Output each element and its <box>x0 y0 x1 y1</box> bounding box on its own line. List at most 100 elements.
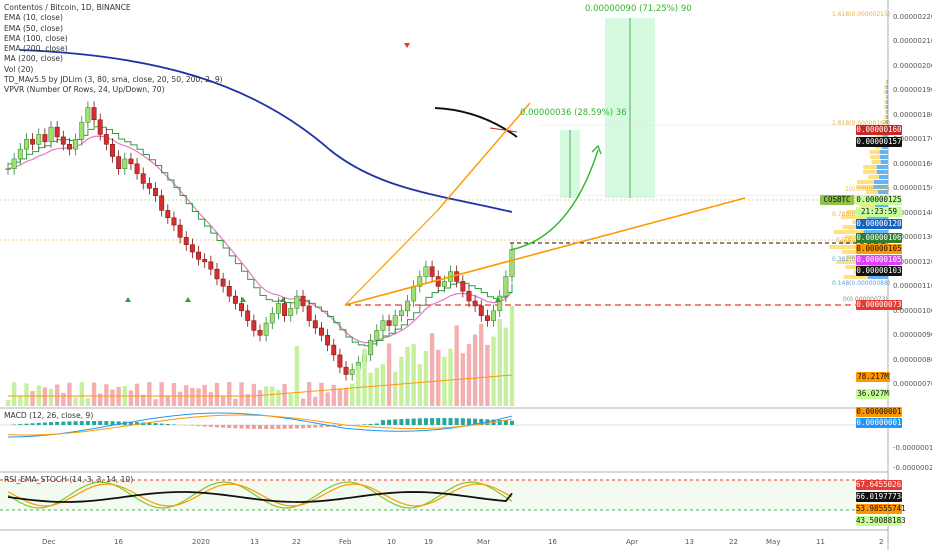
legend-ema-50[interactable]: EMA (50, close) <box>4 24 223 34</box>
legend-ema-200[interactable]: EMA (200, close) <box>4 44 223 54</box>
candle[interactable] <box>11 158 17 169</box>
candle[interactable] <box>478 305 484 316</box>
legend-ema-10[interactable]: EMA (10, close) <box>4 13 223 23</box>
candle[interactable] <box>128 158 134 165</box>
candle[interactable] <box>245 310 251 321</box>
macd-histogram-bar <box>307 425 312 428</box>
candle[interactable] <box>159 195 165 211</box>
candle[interactable] <box>177 224 183 238</box>
legend-td-ma[interactable]: TD_MAv5.5 by JDLim (3, 80, sma, close, 2… <box>4 75 223 85</box>
candle[interactable] <box>374 330 380 341</box>
candle[interactable] <box>110 144 115 157</box>
candle[interactable] <box>214 268 220 280</box>
candle[interactable] <box>220 278 226 287</box>
candle[interactable] <box>269 313 275 324</box>
candle[interactable] <box>405 300 410 312</box>
candle[interactable] <box>491 310 497 321</box>
candle[interactable] <box>122 158 128 169</box>
macd-label[interactable]: MACD (12, 26, close, 9) <box>4 411 93 420</box>
candle[interactable] <box>263 322 269 336</box>
candle[interactable] <box>343 366 349 375</box>
candle[interactable] <box>239 303 245 312</box>
candle[interactable] <box>257 330 263 336</box>
candle[interactable] <box>435 276 441 287</box>
candle[interactable] <box>331 344 337 356</box>
volume-bar <box>30 391 35 406</box>
candle[interactable] <box>503 276 509 297</box>
candle[interactable] <box>36 134 42 145</box>
candle[interactable] <box>48 126 54 143</box>
candle[interactable] <box>140 173 146 184</box>
candle[interactable] <box>466 290 472 302</box>
candle[interactable] <box>171 217 177 226</box>
candle[interactable] <box>85 107 91 123</box>
candle[interactable] <box>337 354 343 368</box>
candle[interactable] <box>306 305 312 321</box>
price-tag-orange: 0.00000105 <box>856 244 902 254</box>
candle[interactable] <box>411 286 417 302</box>
candle[interactable] <box>472 300 478 307</box>
candle[interactable] <box>380 320 386 331</box>
candle[interactable] <box>349 369 355 375</box>
candle[interactable] <box>312 320 318 329</box>
candle[interactable] <box>509 249 515 277</box>
candle[interactable] <box>423 266 429 277</box>
candle[interactable] <box>165 210 171 218</box>
candle[interactable] <box>484 315 490 321</box>
candle[interactable] <box>275 303 281 314</box>
candle[interactable] <box>30 139 36 145</box>
time-axis-label: 13 <box>685 538 694 546</box>
volume-bar <box>442 356 447 406</box>
candle[interactable] <box>386 320 392 326</box>
candle[interactable] <box>319 327 324 336</box>
macd-histogram-bar <box>313 425 318 428</box>
candle[interactable] <box>60 136 66 145</box>
candle[interactable] <box>5 168 11 170</box>
candle[interactable] <box>441 281 447 287</box>
candle[interactable] <box>79 121 85 140</box>
candle[interactable] <box>282 303 288 316</box>
candle[interactable] <box>460 281 466 292</box>
macd-histogram-bar <box>36 422 41 425</box>
legend-ema-100[interactable]: EMA (100, close) <box>4 34 223 44</box>
candle[interactable] <box>251 320 257 331</box>
candle[interactable] <box>429 266 435 277</box>
candle[interactable] <box>288 308 294 316</box>
candle[interactable] <box>208 261 214 270</box>
vpvr-bar-up <box>884 105 887 109</box>
candle[interactable] <box>226 286 232 297</box>
candle[interactable] <box>294 295 300 309</box>
candle[interactable] <box>202 259 208 263</box>
candle[interactable] <box>103 134 109 145</box>
candle[interactable] <box>300 295 306 307</box>
candle[interactable] <box>17 148 23 160</box>
candle[interactable] <box>196 251 201 260</box>
candle[interactable] <box>189 244 195 253</box>
candle[interactable] <box>232 295 238 304</box>
time-axis-label: Mar <box>477 538 491 546</box>
candle[interactable] <box>153 188 158 196</box>
vpvr-bar-down <box>876 165 888 169</box>
candle[interactable] <box>97 119 103 135</box>
legend-vol[interactable]: Vol (20) <box>4 65 223 75</box>
volume-bar <box>18 395 23 406</box>
candle[interactable] <box>325 335 331 346</box>
rsi-label[interactable]: RSI_EMA_STOCH (14, 3, 3, 14, 10) <box>4 475 133 484</box>
candle[interactable] <box>23 139 29 150</box>
candle[interactable] <box>42 134 48 143</box>
candle[interactable] <box>454 271 460 282</box>
macd-histogram-bar <box>239 425 244 429</box>
candle[interactable] <box>134 163 140 174</box>
candle[interactable] <box>73 139 79 150</box>
candle[interactable] <box>91 107 97 121</box>
candle[interactable] <box>67 144 72 150</box>
candle[interactable] <box>116 156 122 169</box>
candle[interactable] <box>368 339 374 356</box>
candle[interactable] <box>146 183 152 189</box>
candle[interactable] <box>183 237 189 245</box>
candle[interactable] <box>54 126 60 138</box>
candle[interactable] <box>392 315 398 326</box>
legend-ma-200[interactable]: MA (200, close) <box>4 54 223 64</box>
legend-vpvr[interactable]: VPVR (Number Of Rows, 24, Up/Down, 70) <box>4 85 223 95</box>
candle[interactable] <box>398 310 404 316</box>
